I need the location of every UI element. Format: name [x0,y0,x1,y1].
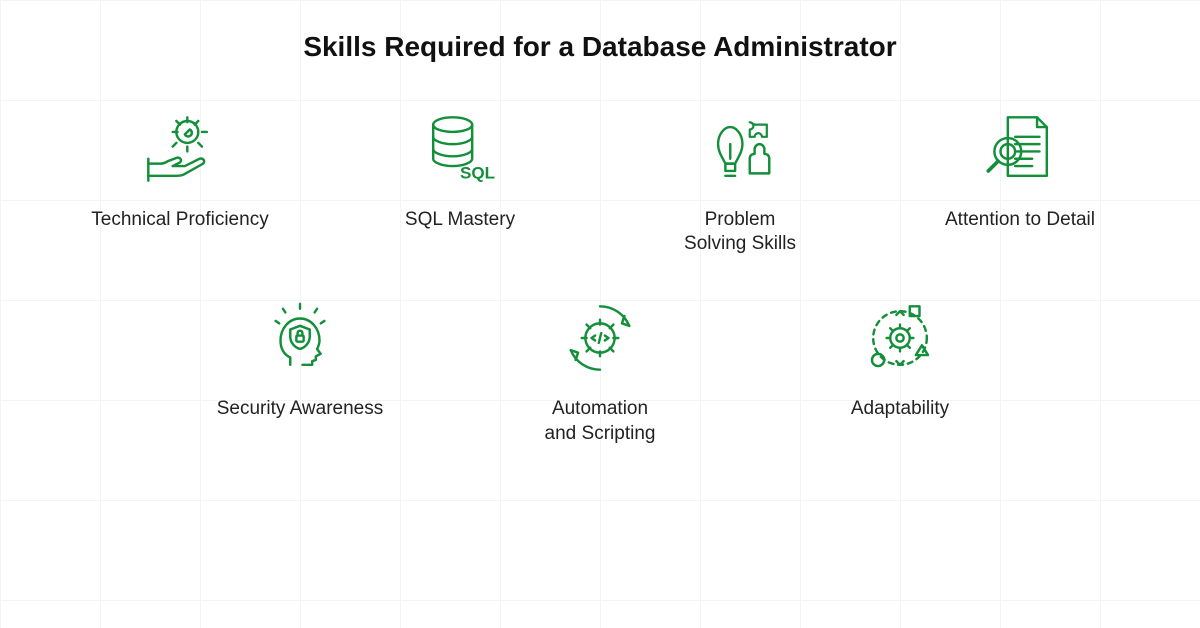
skill-sql-mastery: SQL SQL Mastery [350,104,570,257]
svg-text:SQL: SQL [460,163,495,182]
skill-label: Adaptability [851,397,949,422]
head-shield-icon [255,293,345,383]
page-title: Skills Required for a Database Administr… [0,0,1200,84]
skill-label: Automation and Scripting [545,397,656,446]
skill-adaptability: Adaptability [780,293,1020,446]
gear-cycle-icon [555,293,645,383]
skill-security-awareness: Security Awareness [180,293,420,446]
skill-attention-detail: Attention to Detail [910,104,1130,257]
skills-grid: Technical Proficiency SQL SQL Mastery [0,84,1200,447]
skill-label: SQL Mastery [405,208,515,233]
skills-row-1: Technical Proficiency SQL SQL Mastery [70,104,1130,257]
document-magnify-icon [975,104,1065,194]
skill-problem-solving: Problem Solving Skills [630,104,850,257]
skill-label: Attention to Detail [945,208,1095,233]
skills-row-2: Security Awareness Automation and Script… [180,293,1020,446]
bulb-puzzle-icon [695,104,785,194]
gear-shapes-icon [855,293,945,383]
skill-label: Security Awareness [217,397,384,422]
hand-gear-icon [135,104,225,194]
skill-label: Problem Solving Skills [684,208,796,257]
skill-label: Technical Proficiency [91,208,268,233]
skill-automation-scripting: Automation and Scripting [480,293,720,446]
skill-technical-proficiency: Technical Proficiency [70,104,290,257]
database-sql-icon: SQL [415,104,505,194]
